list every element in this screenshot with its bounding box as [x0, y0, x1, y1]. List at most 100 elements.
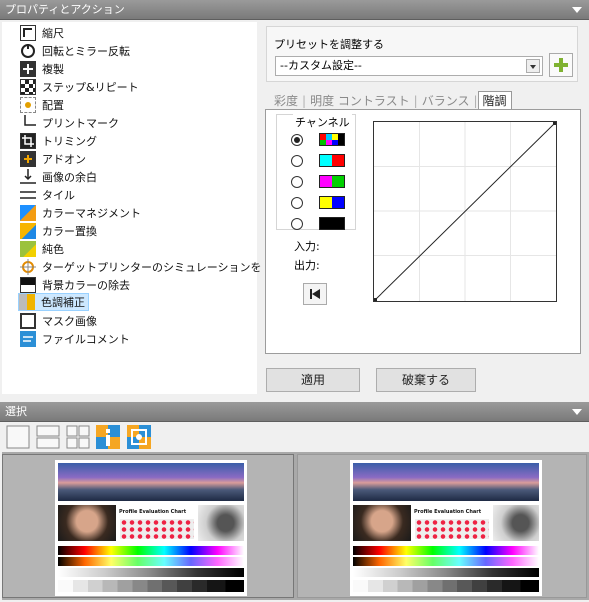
preset-value: --カスタム設定-- — [280, 59, 362, 72]
remove-background-icon — [20, 277, 36, 293]
file-comment-icon — [20, 331, 36, 347]
action-label: 背景カラーの除去 — [42, 279, 130, 292]
output-label: 出力: — [294, 259, 320, 272]
action-item-color-adjust[interactable]: 色調補正 — [18, 293, 89, 311]
action-label: プリントマーク — [42, 117, 119, 130]
sketch-photo — [198, 505, 244, 541]
action-item-scale[interactable]: 縮尺 — [20, 24, 64, 42]
action-label: 複製 — [42, 63, 64, 76]
action-item-color-replace[interactable]: カラー置換 — [20, 222, 97, 240]
tile-icon — [20, 187, 36, 203]
channel-radio-red[interactable] — [291, 155, 303, 167]
action-item-duplicate[interactable]: 複製 — [20, 60, 64, 78]
action-label: 純色 — [42, 243, 64, 256]
adjustment-tabs: 彩度 | 明度 コントラスト | バランス | 階調 — [270, 91, 512, 110]
single-view-icon[interactable] — [6, 425, 30, 449]
dropdown-arrow-icon[interactable] — [526, 59, 540, 73]
curve-point-white — [553, 122, 556, 125]
action-item-addon[interactable]: アドオン — [20, 150, 86, 168]
scale-icon — [20, 25, 36, 41]
chart-caption: Profile Evaluation Chart — [414, 509, 482, 515]
action-label: トリミング — [42, 135, 97, 148]
gray-steps — [58, 580, 244, 592]
grid-view-icon[interactable] — [66, 425, 90, 449]
action-item-tile[interactable]: タイル — [20, 186, 75, 204]
preset-dropdown[interactable]: --カスタム設定-- — [275, 56, 543, 76]
color-replace-icon — [20, 223, 36, 239]
panel-title: プロパティとアクション — [5, 3, 125, 16]
tab-tone-curve[interactable]: 階調 — [477, 91, 512, 110]
action-label: マスク画像 — [42, 315, 97, 328]
properties-actions-panel: プロパティとアクション 縮尺 回転とミラー反転 複製 ステップ&リピート 配置 … — [0, 0, 589, 400]
action-label: カラーマネジメント — [42, 207, 141, 220]
margin-icon — [20, 169, 36, 185]
rotate-icon — [20, 43, 36, 59]
preset-group: プリセットを調整する --カスタム設定-- — [266, 26, 578, 82]
action-item-file-comment[interactable]: ファイルコメント — [20, 330, 130, 348]
action-item-remove-background[interactable]: 背景カラーの除去 — [20, 276, 130, 294]
action-item-crop[interactable]: トリミング — [20, 132, 97, 150]
preview-adjusted[interactable]: Profile Evaluation Chart — [297, 454, 587, 598]
action-item-color-management[interactable]: カラーマネジメント — [20, 204, 141, 222]
action-label: ターゲットプリンターのシミュレーションをする — [42, 261, 284, 274]
preview-original[interactable]: Profile Evaluation Chart — [2, 454, 294, 598]
collapse-chevron-icon[interactable] — [572, 409, 582, 415]
channel-swatch-black — [319, 217, 345, 230]
addon-icon — [20, 151, 36, 167]
mask-image-icon — [20, 313, 36, 329]
color-adjust-icon — [19, 294, 35, 310]
target-printer-icon — [20, 259, 36, 275]
selection-titlebar[interactable]: 選択 — [0, 402, 589, 422]
harbor-photo — [353, 463, 539, 501]
thumbnail-image[interactable]: Profile Evaluation Chart — [55, 460, 247, 596]
channel-radio-all[interactable] — [291, 134, 303, 146]
preview-area: Profile Evaluation Chart Profile Evaluat… — [2, 452, 589, 600]
action-item-rotate[interactable]: 回転とミラー反転 — [20, 42, 130, 60]
tab-brightness-contrast[interactable]: 明度 コントラスト — [306, 93, 414, 110]
action-label: 色調補正 — [41, 296, 85, 309]
channel-radio-black[interactable] — [291, 218, 303, 230]
action-label: ファイルコメント — [42, 333, 130, 346]
tone-curve-panel: チャンネル 入力: 出力: — [265, 109, 581, 354]
action-item-print-marks[interactable]: プリントマーク — [20, 114, 119, 132]
split-view-icon[interactable] — [36, 425, 60, 449]
input-label: 入力: — [294, 240, 320, 253]
collapse-chevron-icon[interactable] — [572, 7, 582, 13]
channel-radio-blue[interactable] — [291, 197, 303, 209]
action-label: タイル — [42, 189, 75, 202]
discard-button[interactable]: 破棄する — [376, 368, 476, 392]
step-repeat-icon — [20, 79, 36, 95]
action-list: 縮尺 回転とミラー反転 複製 ステップ&リピート 配置 プリントマーク トリミン… — [2, 22, 284, 394]
preset-label: プリセットを調整する — [274, 38, 384, 51]
crop-icon — [20, 133, 36, 149]
thumbnail-image[interactable]: Profile Evaluation Chart — [350, 460, 542, 596]
tab-saturation[interactable]: 彩度 — [270, 93, 302, 110]
action-item-mask-image[interactable]: マスク画像 — [20, 312, 97, 330]
channel-radio-green[interactable] — [291, 176, 303, 188]
add-preset-button[interactable] — [549, 53, 573, 77]
action-item-margin[interactable]: 画像の余白 — [20, 168, 97, 186]
selection-panel: 選択 Profile Evaluation Chart Profile Eval… — [0, 402, 589, 602]
info-icon[interactable] — [96, 425, 120, 449]
spot-color-icon — [20, 241, 36, 257]
action-item-placement[interactable]: 配置 — [20, 96, 64, 114]
channel-swatch-red — [319, 154, 345, 167]
action-label: アドオン — [42, 153, 86, 166]
tone-curve-graph[interactable] — [373, 121, 557, 302]
action-item-spot-color[interactable]: 純色 — [20, 240, 64, 258]
action-item-step-repeat[interactable]: ステップ&リピート — [20, 78, 139, 96]
proof-view-icon[interactable] — [127, 425, 151, 449]
gray-steps — [353, 580, 539, 592]
reset-curve-button[interactable] — [303, 283, 327, 305]
curve-point-black — [374, 298, 377, 301]
tab-balance[interactable]: バランス — [418, 93, 474, 110]
chart-caption: Profile Evaluation Chart — [119, 509, 187, 515]
action-item-target-printer[interactable]: ターゲットプリンターのシミュレーションをする — [20, 258, 284, 276]
apply-button[interactable]: 適用 — [266, 368, 360, 392]
properties-actions-titlebar[interactable]: プロパティとアクション — [0, 0, 589, 20]
action-label: 配置 — [42, 99, 64, 112]
color-management-icon — [20, 205, 36, 221]
action-label: 縮尺 — [42, 27, 64, 40]
channel-title: チャンネル — [293, 114, 352, 130]
channel-swatch-green — [319, 175, 345, 188]
